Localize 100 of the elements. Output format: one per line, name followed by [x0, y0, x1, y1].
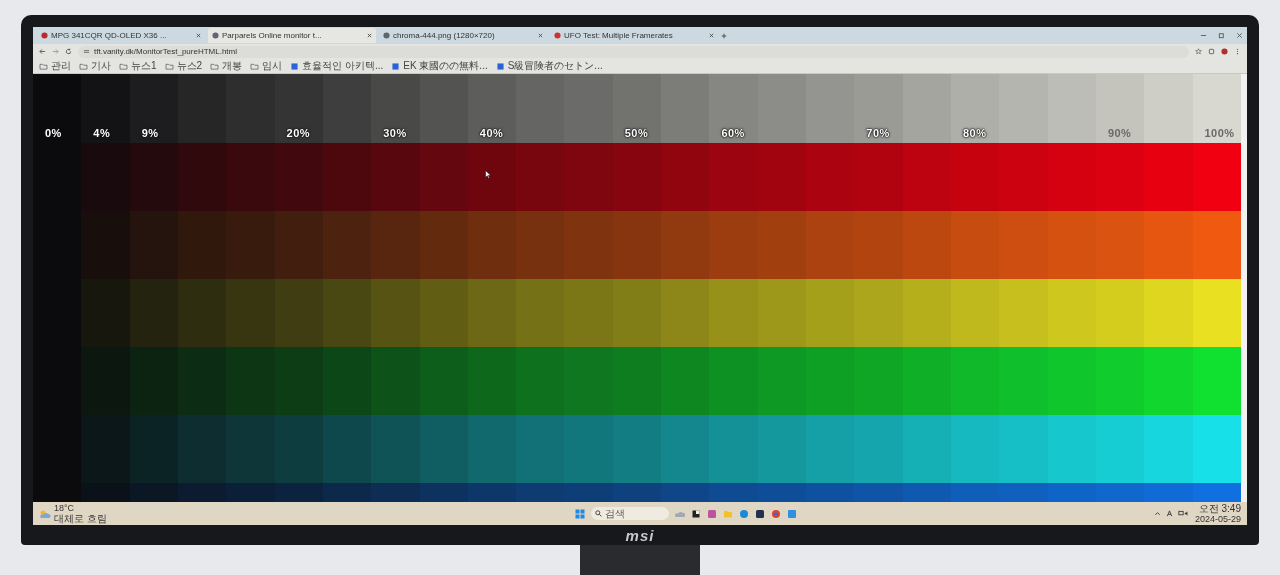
color-patch: [902, 347, 951, 415]
reload-icon[interactable]: [65, 48, 72, 55]
color-patch: [1047, 143, 1096, 211]
browser-tab[interactable]: Parparels Online monitor t...: [208, 28, 376, 43]
circle-icon[interactable]: [771, 508, 782, 519]
color-patch: [177, 279, 227, 347]
color-patch: [757, 143, 806, 211]
bookmark[interactable]: S級冒険者のセトン...: [495, 60, 603, 72]
bookmark[interactable]: 기사: [79, 60, 111, 72]
color-patch: [129, 143, 178, 211]
back-icon[interactable]: [39, 48, 46, 55]
percent-label: 70%: [865, 127, 890, 141]
color-patch: [81, 347, 130, 415]
close-icon[interactable]: [538, 33, 543, 38]
keyboard-language-icon[interactable]: [1165, 510, 1173, 517]
color-patch: [226, 279, 275, 347]
site-info-icon[interactable]: [83, 48, 90, 55]
color-patch: [1144, 279, 1193, 347]
extension-icon[interactable]: [1208, 48, 1215, 55]
browser-tab[interactable]: chroma-444.png (1280×720): [379, 28, 547, 43]
color-patch: [1047, 211, 1096, 279]
color-patch: [661, 143, 710, 211]
color-patch: [709, 143, 758, 211]
color-patch: [371, 143, 420, 211]
photo-icon[interactable]: [787, 508, 798, 519]
bookmark[interactable]: 효율적인 아키텍...: [290, 60, 384, 72]
star-icon[interactable]: [1195, 48, 1202, 55]
color-patch: [1095, 279, 1145, 347]
color-patch: [854, 211, 903, 279]
color-patch: [1144, 143, 1193, 211]
page-icon: [383, 32, 390, 39]
percent-label: 20%: [285, 127, 311, 141]
folder-icon: [119, 62, 128, 70]
color-patch: [564, 279, 613, 347]
color-patch: [806, 211, 855, 279]
color-patch: [516, 347, 565, 415]
color-patch: [274, 347, 323, 415]
color-patch: [612, 279, 662, 347]
color-patch: [999, 279, 1048, 347]
color-patch: [1095, 347, 1145, 415]
address-field[interactable]: tft.vanity.dk/MonitorTest_pureHTML.html: [78, 45, 1189, 58]
page-icon: [212, 32, 219, 39]
color-patch: [177, 143, 227, 211]
menu-icon[interactable]: [1234, 48, 1241, 55]
color-patch: [902, 279, 951, 347]
color-patch: [129, 279, 178, 347]
close-icon[interactable]: [1236, 32, 1243, 39]
bookmark[interactable]: 관리: [39, 60, 71, 72]
color-patch: [1095, 143, 1145, 211]
color-patch: [177, 347, 227, 415]
chevron-icon[interactable]: [1153, 510, 1161, 517]
color-patch: [467, 211, 517, 279]
picture-icon[interactable]: [707, 508, 718, 519]
color-patch: [902, 143, 951, 211]
weather-temperature: 18°C: [54, 503, 76, 513]
bookmark[interactable]: 뉴스2: [164, 60, 203, 72]
color-patch: [854, 279, 903, 347]
browser-tab[interactable]: MPG 341CQR QD-OLED X36 ...: [37, 28, 205, 43]
color-patch: [419, 143, 468, 211]
close-icon[interactable]: [196, 33, 201, 38]
globe-icon[interactable]: [739, 508, 750, 519]
grid-icon[interactable]: [755, 508, 766, 519]
color-patch: [757, 279, 806, 347]
color-patch: [81, 211, 130, 279]
color-patch: [757, 211, 806, 279]
bookmark[interactable]: 개봉: [210, 60, 243, 72]
percent-label: 4%: [92, 127, 111, 141]
search-field[interactable]: 검색: [591, 507, 670, 520]
color-patch: [612, 347, 662, 415]
close-icon[interactable]: [367, 33, 372, 38]
bookmark[interactable]: 임시: [250, 60, 283, 72]
color-patch: [612, 211, 662, 279]
browser-tab[interactable]: UFO Test: Multiple Framerates: [550, 28, 718, 43]
folder-icon: [79, 62, 88, 70]
bookmark[interactable]: EK 東國のの無料...: [391, 60, 488, 72]
color-patch: [950, 143, 1000, 211]
color-patch: [999, 347, 1048, 415]
bookmark[interactable]: 뉴스1: [119, 60, 157, 72]
network-volume-icon[interactable]: [1177, 510, 1190, 517]
page-icon: [290, 62, 300, 70]
color-patch: [419, 211, 468, 279]
profile-icon[interactable]: [1221, 48, 1228, 55]
clock-time[interactable]: 오전 3:49: [1198, 503, 1241, 514]
color-patch: [467, 347, 517, 415]
brand-logo: msi: [625, 526, 655, 544]
color-patch: [274, 279, 323, 347]
color-patch: [129, 347, 178, 415]
percent-label: 50%: [623, 127, 649, 141]
square-icon[interactable]: [691, 508, 702, 519]
clock-date[interactable]: 2024-05-29: [1194, 513, 1241, 524]
close-icon[interactable]: [709, 33, 714, 38]
minimize-icon[interactable]: [1200, 32, 1207, 39]
color-patch: [1047, 347, 1096, 415]
new-tab-icon[interactable]: [721, 32, 727, 39]
start-icon[interactable]: [575, 508, 586, 519]
restore-icon[interactable]: [1218, 32, 1225, 39]
color-patch: [322, 211, 372, 279]
color-patch: [661, 279, 710, 347]
scrollbar[interactable]: [1241, 74, 1247, 502]
color-patch: [709, 347, 758, 415]
